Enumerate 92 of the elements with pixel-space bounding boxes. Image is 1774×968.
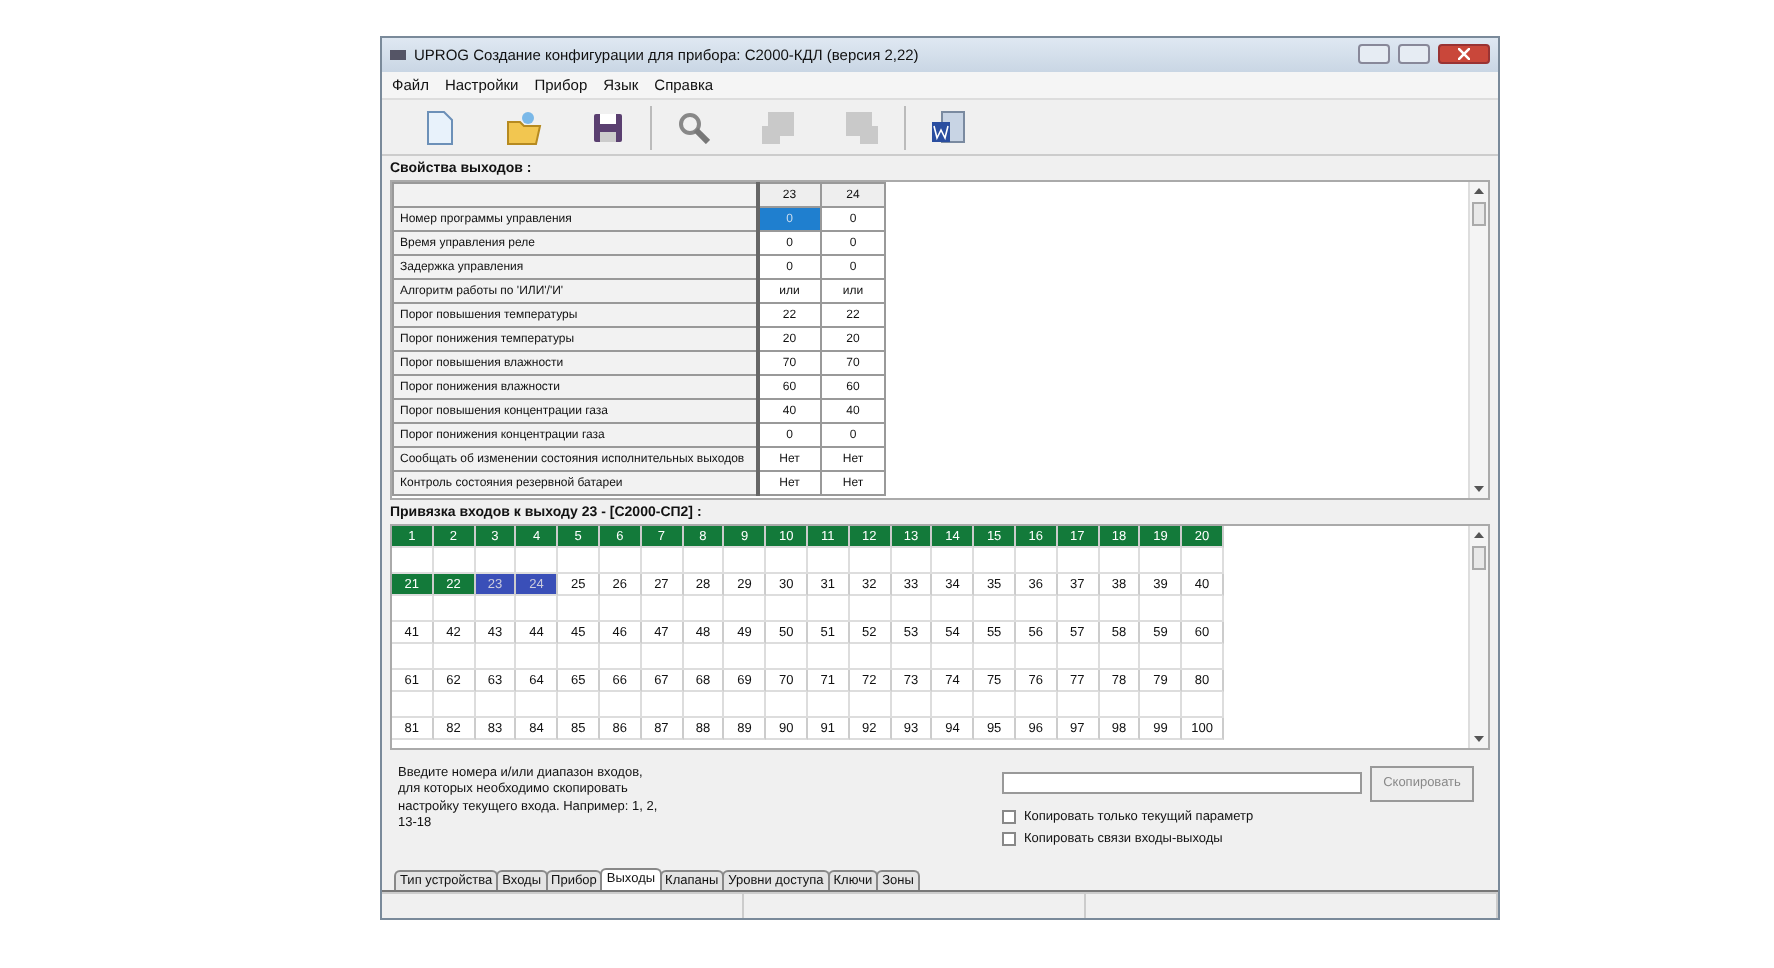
empty-cell	[766, 596, 808, 623]
empty-cell	[1015, 596, 1058, 623]
empty-cell	[392, 644, 434, 671]
empty-cell	[516, 596, 559, 623]
empty-cell	[599, 548, 642, 575]
empty-cell	[475, 596, 517, 623]
document-icon	[426, 109, 454, 146]
empty-cell	[1099, 548, 1141, 575]
empty-cell	[807, 548, 850, 575]
empty-cell	[558, 692, 600, 719]
empty-cell	[558, 596, 600, 623]
empty-cell	[599, 596, 642, 623]
empty-cell	[974, 692, 1016, 719]
word-document-icon	[930, 109, 966, 146]
empty-cell	[849, 548, 892, 575]
empty-cell	[1057, 548, 1100, 575]
empty-cell	[1099, 644, 1141, 671]
empty-cell	[641, 596, 684, 623]
empty-cell	[932, 644, 975, 671]
empty-cell	[641, 644, 684, 671]
empty-cell	[724, 692, 767, 719]
empty-cell	[891, 548, 933, 575]
empty-cell	[599, 644, 642, 671]
empty-cell	[766, 548, 808, 575]
empty-cell	[1182, 692, 1224, 719]
empty-cell	[1015, 692, 1058, 719]
empty-cell	[1182, 596, 1224, 623]
empty-cell	[807, 596, 850, 623]
empty-cell	[1015, 644, 1058, 671]
empty-cell	[849, 644, 892, 671]
empty-cell	[1057, 692, 1100, 719]
empty-cell	[807, 644, 850, 671]
empty-cell	[1057, 644, 1100, 671]
checkbox[interactable]	[1002, 809, 1016, 824]
close-button[interactable]	[1438, 44, 1490, 65]
search-icon	[678, 111, 710, 144]
empty-cell	[1099, 596, 1141, 623]
empty-cell	[724, 644, 767, 671]
empty-cell	[683, 692, 725, 719]
empty-cell	[558, 644, 600, 671]
folder-icon	[506, 109, 542, 146]
empty-cell	[974, 548, 1016, 575]
empty-cell	[558, 548, 600, 575]
empty-cell	[433, 692, 476, 719]
empty-cell	[1140, 596, 1183, 623]
empty-cell	[1140, 548, 1183, 575]
empty-cell	[974, 644, 1016, 671]
empty-cell	[724, 548, 767, 575]
empty-cell	[891, 596, 933, 623]
empty-cell	[724, 596, 767, 623]
empty-cell	[1015, 548, 1058, 575]
empty-cell	[891, 644, 933, 671]
empty-cell	[807, 692, 850, 719]
maximize-button[interactable]	[1398, 44, 1430, 65]
empty-cell	[1057, 596, 1100, 623]
empty-cell	[1140, 644, 1183, 671]
empty-cell	[683, 596, 725, 623]
empty-cell	[433, 644, 476, 671]
empty-cell	[849, 596, 892, 623]
empty-cell	[766, 644, 808, 671]
range-input-field[interactable]	[1002, 772, 1362, 795]
empty-cell	[683, 548, 725, 575]
checkbox[interactable]	[1002, 831, 1016, 846]
empty-cell	[766, 692, 808, 719]
empty-cell	[932, 548, 975, 575]
scrollbar-thumb[interactable]	[1472, 546, 1486, 571]
empty-cell	[641, 692, 684, 719]
minimize-button[interactable]	[1358, 44, 1390, 65]
empty-cell	[1140, 692, 1183, 719]
empty-cell	[433, 596, 476, 623]
scrollbar-thumb[interactable]	[1472, 202, 1486, 227]
empty-cell	[516, 644, 559, 671]
empty-cell	[849, 692, 892, 719]
empty-cell	[516, 692, 559, 719]
app-icon	[390, 49, 406, 60]
device-icon	[844, 109, 880, 146]
device-icon	[760, 109, 796, 146]
empty-cell	[475, 644, 517, 671]
empty-cell	[683, 644, 725, 671]
empty-cell	[1182, 644, 1224, 671]
empty-cell	[641, 548, 684, 575]
empty-cell	[599, 692, 642, 719]
empty-cell	[475, 692, 517, 719]
empty-cell	[932, 596, 975, 623]
empty-cell	[1182, 548, 1224, 575]
empty-cell	[974, 596, 1016, 623]
close-icon	[1458, 48, 1470, 61]
empty-cell	[1099, 692, 1141, 719]
empty-cell	[932, 692, 975, 719]
empty-cell	[392, 692, 434, 719]
empty-cell	[392, 596, 434, 623]
empty-cell	[891, 692, 933, 719]
